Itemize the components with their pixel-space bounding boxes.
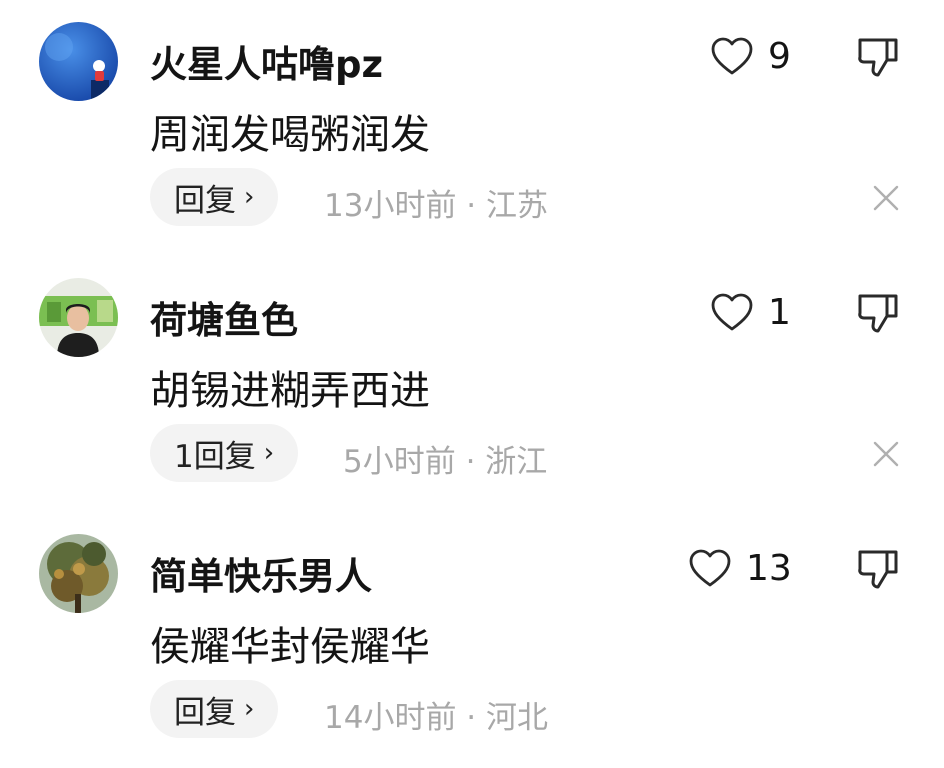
like-count: 9 xyxy=(768,35,791,77)
like-button[interactable]: 1 xyxy=(710,290,791,334)
heart-icon xyxy=(711,293,753,331)
close-icon xyxy=(873,441,899,467)
comment-item: 火星人咕噜pz 周润发喝粥润发 回复 › 13小时前 · 江苏 9 xyxy=(0,0,944,256)
reply-button[interactable]: 1回复 › xyxy=(150,424,299,482)
chevron-right-icon: › xyxy=(244,694,255,724)
avatar[interactable] xyxy=(39,278,118,357)
dislike-button[interactable] xyxy=(856,546,900,590)
heart-icon xyxy=(689,549,731,587)
reply-label: 回复 xyxy=(174,182,236,219)
like-button[interactable]: 9 xyxy=(710,34,791,78)
comment-text: 侯耀华封侯耀华 xyxy=(150,624,430,670)
timestamp-location: 13小时前 · 江苏 xyxy=(324,188,549,224)
person-photo-avatar-icon xyxy=(39,278,118,357)
avatar[interactable] xyxy=(39,22,118,101)
comment-text: 周润发喝粥润发 xyxy=(150,112,430,158)
thumbs-down-icon xyxy=(858,550,898,589)
reply-label: 1回复 xyxy=(174,438,256,475)
tree-photo-avatar-icon xyxy=(39,534,118,613)
dislike-button[interactable] xyxy=(856,34,900,78)
chevron-right-icon: › xyxy=(244,182,255,212)
comment-text: 胡锡进糊弄西进 xyxy=(150,368,430,414)
username[interactable]: 火星人咕噜pz xyxy=(150,34,383,88)
close-icon xyxy=(873,185,899,211)
reply-button[interactable]: 回复 › xyxy=(150,168,279,226)
timestamp-location: 14小时前 · 河北 xyxy=(324,700,549,736)
reply-button[interactable]: 回复 › xyxy=(150,680,279,738)
avatar[interactable] xyxy=(39,534,118,613)
like-button[interactable]: 13 xyxy=(688,546,792,590)
chevron-right-icon: › xyxy=(263,438,275,468)
username[interactable]: 简单快乐男人 xyxy=(150,546,372,600)
close-button[interactable] xyxy=(872,440,900,468)
dislike-button[interactable] xyxy=(856,290,900,334)
close-button[interactable] xyxy=(872,184,900,212)
like-count: 13 xyxy=(746,547,792,589)
reply-label: 回复 xyxy=(174,694,236,731)
thumbs-down-icon xyxy=(858,38,898,77)
heart-icon xyxy=(711,37,753,75)
like-count: 1 xyxy=(768,291,791,333)
timestamp-location: 5小时前 · 浙江 xyxy=(343,444,548,480)
thumbs-down-icon xyxy=(858,294,898,333)
username[interactable]: 荷塘鱼色 xyxy=(150,290,298,344)
comment-item: 荷塘鱼色 胡锡进糊弄西进 1回复 › 5小时前 · 浙江 1 xyxy=(0,256,944,512)
astronaut-avatar-icon xyxy=(39,22,118,101)
